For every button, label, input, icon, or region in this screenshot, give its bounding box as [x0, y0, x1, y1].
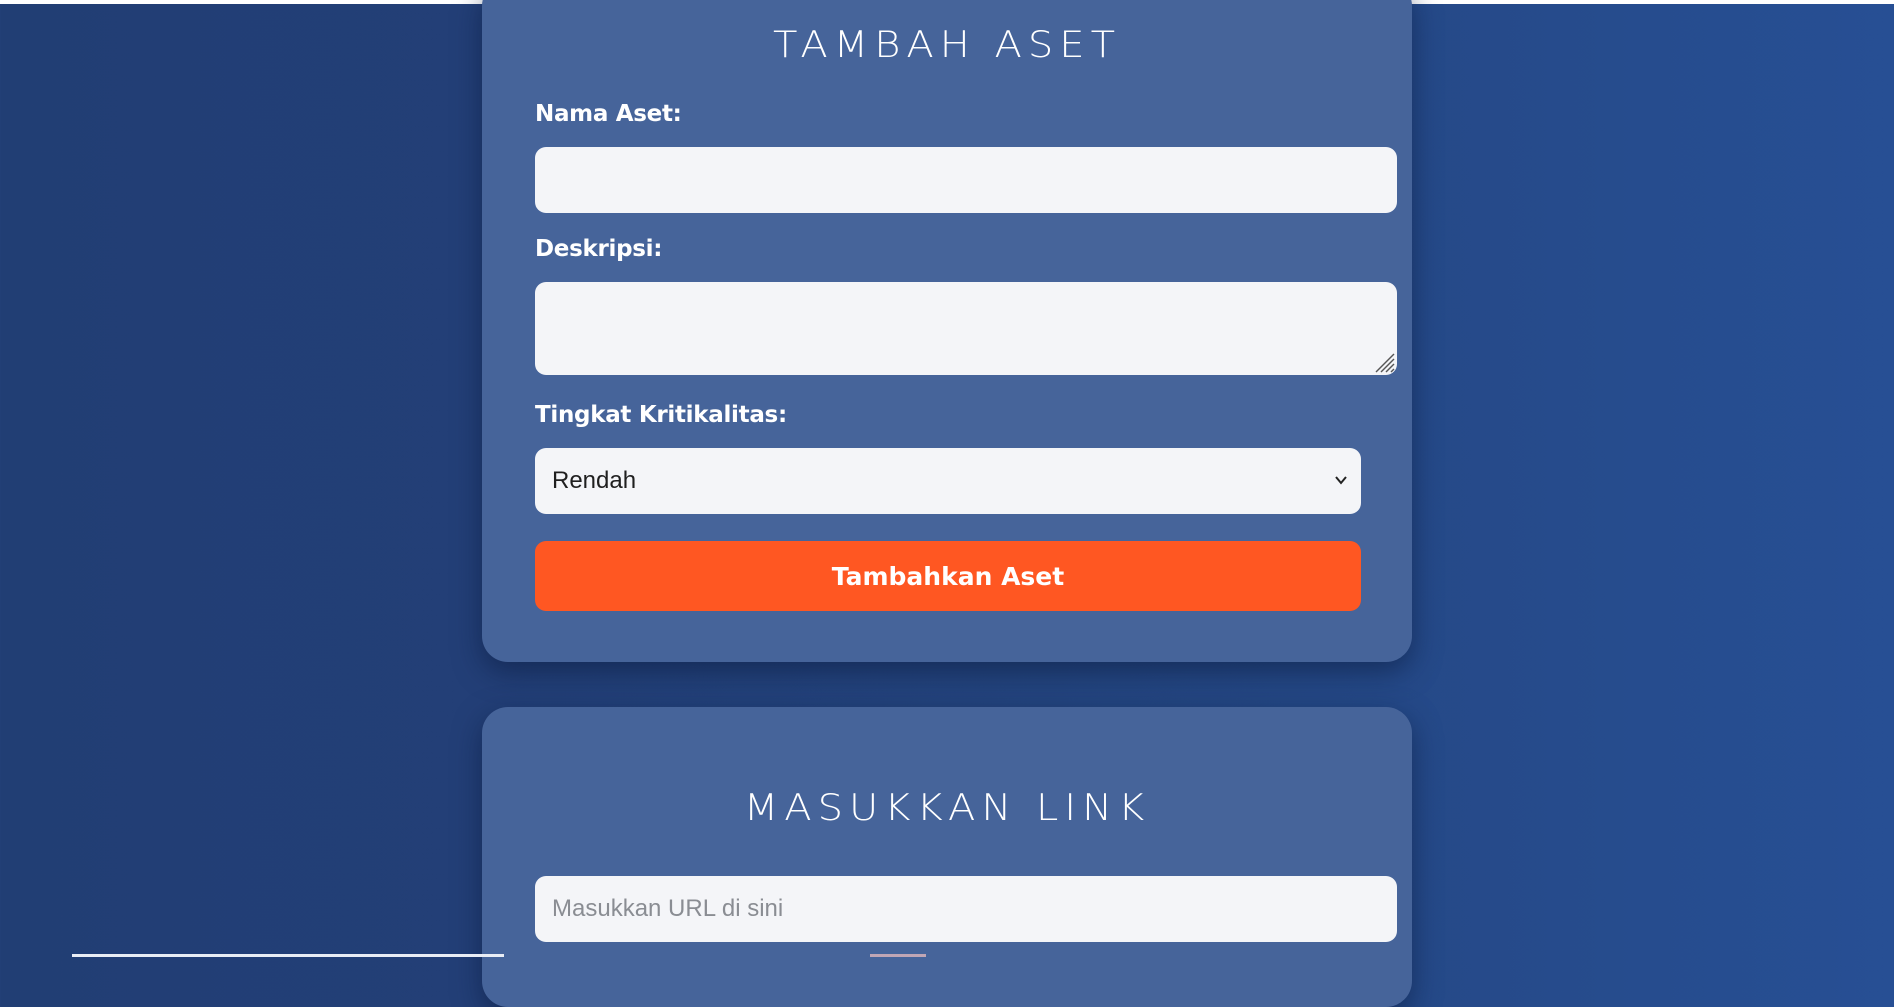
tambah-aset-title: TAMBAH ASET	[772, 23, 1121, 67]
tambahkan-aset-button[interactable]: Tambahkan Aset	[535, 541, 1361, 611]
masukkan-link-card: MASUKKAN LINK Masukkan URL di sini	[482, 707, 1412, 1007]
nama-aset-input[interactable]	[535, 147, 1397, 213]
masukkan-link-title: MASUKKAN LINK	[743, 786, 1151, 830]
kritikalitas-label: Tingkat Kritikalitas:	[535, 402, 787, 428]
url-placeholder: Masukkan URL di sini	[552, 895, 784, 922]
deskripsi-label: Deskripsi:	[535, 236, 663, 262]
deskripsi-textarea[interactable]	[535, 282, 1397, 375]
kritikalitas-select[interactable]: Rendah	[535, 448, 1361, 514]
chevron-down-icon	[1335, 476, 1347, 485]
url-input[interactable]: Masukkan URL di sini	[535, 876, 1397, 942]
nama-aset-label: Nama Aset:	[535, 101, 682, 127]
kritikalitas-selected-value: Rendah	[552, 467, 637, 494]
tambah-aset-card: TAMBAH ASET Nama Aset: Deskripsi: Tingka…	[482, 0, 1412, 662]
resize-grip-icon[interactable]	[1373, 351, 1395, 373]
